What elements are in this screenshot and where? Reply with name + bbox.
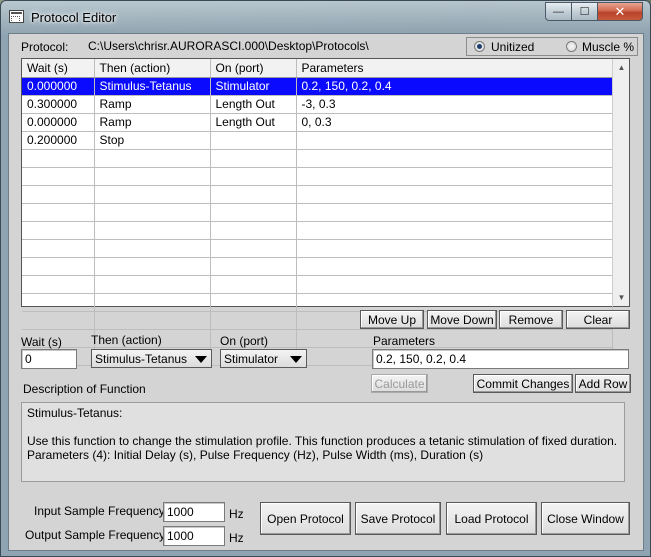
- input-frequency-field[interactable]: 1000: [163, 502, 225, 522]
- parameters-input[interactable]: 0.2, 150, 0.2, 0.4: [372, 349, 629, 369]
- empty-row[interactable]: [22, 203, 613, 222]
- open-protocol-button[interactable]: Open Protocol: [260, 502, 351, 535]
- mode-radio-group: Unitized Muscle %: [466, 37, 638, 56]
- description-box: Stimulus-Tetanus: Use this function to c…: [21, 402, 625, 482]
- empty-row[interactable]: [22, 167, 613, 186]
- radio-muscle-percent[interactable]: [566, 41, 577, 52]
- column-header-action[interactable]: Then (action): [94, 59, 211, 78]
- cell-port: [210, 131, 297, 150]
- output-frequency-unit: Hz: [229, 531, 244, 545]
- action-dropdown[interactable]: Stimulus-Tetanus: [91, 349, 212, 368]
- move-up-button[interactable]: Move Up: [360, 310, 424, 329]
- description-title: Stimulus-Tetanus:: [27, 406, 123, 420]
- cell-action: Stop: [94, 131, 211, 150]
- table-header-row: Wait (s) Then (action) On (port) Paramet…: [22, 59, 613, 78]
- protocol-path: C:\Users\chrisr.AURORASCI.000\Desktop\Pr…: [88, 39, 369, 53]
- cell-action: Stimulus-Tetanus: [94, 77, 211, 96]
- table-row[interactable]: 0.300000 Ramp Length Out -3, 0.3: [22, 95, 613, 114]
- empty-row[interactable]: [22, 149, 613, 168]
- empty-row[interactable]: [22, 257, 613, 276]
- close-window-footer-button[interactable]: Close Window: [541, 502, 630, 535]
- window-title: Protocol Editor: [31, 10, 117, 25]
- output-frequency-label: Output Sample Frequency: [25, 528, 166, 542]
- scroll-up-arrow-icon[interactable]: ▲: [613, 59, 630, 76]
- load-protocol-button[interactable]: Load Protocol: [446, 502, 537, 535]
- empty-row[interactable]: [22, 239, 613, 258]
- column-header-port[interactable]: On (port): [210, 59, 297, 78]
- remove-button[interactable]: Remove: [499, 310, 563, 329]
- column-header-wait[interactable]: Wait (s): [22, 59, 95, 78]
- cell-wait: 0.300000: [22, 95, 95, 114]
- column-header-parameters[interactable]: Parameters: [296, 59, 613, 78]
- description-label: Description of Function: [23, 382, 146, 396]
- empty-row[interactable]: [22, 275, 613, 294]
- empty-row[interactable]: [22, 185, 613, 204]
- cell-port: Stimulator: [210, 77, 297, 96]
- add-row-button[interactable]: Add Row: [575, 374, 631, 393]
- description-parameters: Parameters (4): Initial Delay (s), Pulse…: [27, 448, 484, 462]
- cell-action: Ramp: [94, 113, 211, 132]
- cell-wait: 0.000000: [22, 77, 95, 96]
- cell-port: Length Out: [210, 113, 297, 132]
- minimize-button[interactable]: —: [545, 2, 572, 21]
- action-label: Then (action): [91, 333, 162, 347]
- empty-row[interactable]: [22, 293, 613, 312]
- commit-changes-button[interactable]: Commit Changes: [473, 374, 573, 393]
- protocol-table[interactable]: Wait (s) Then (action) On (port) Paramet…: [21, 58, 630, 366]
- table-row[interactable]: 0.200000 Stop: [22, 131, 613, 150]
- output-frequency-field[interactable]: 1000: [163, 526, 225, 546]
- window-controls: — ☐ ✕: [545, 2, 643, 21]
- wait-label: Wait (s): [21, 335, 62, 349]
- calculate-button[interactable]: Calculate: [371, 374, 428, 393]
- cell-parameters: 0.2, 150, 0.2, 0.4: [296, 77, 613, 96]
- parameters-label: Parameters: [373, 334, 436, 348]
- cell-action: Ramp: [94, 95, 211, 114]
- editor-panel: Protocol: C:\Users\chrisr.AURORASCI.000\…: [8, 33, 644, 551]
- radio-muscle-percent-label[interactable]: Muscle %: [582, 40, 634, 54]
- action-dropdown-value: Stimulus-Tetanus: [95, 352, 188, 366]
- description-body: Use this function to change the stimulat…: [27, 434, 618, 448]
- port-dropdown[interactable]: Stimulator: [220, 349, 307, 368]
- cell-parameters: -3, 0.3: [296, 95, 613, 114]
- maximize-button[interactable]: ☐: [572, 2, 598, 21]
- table-row[interactable]: 0.000000 Stimulus-Tetanus Stimulator 0.2…: [22, 77, 613, 96]
- radio-unitized[interactable]: [474, 41, 485, 52]
- cell-parameters: 0, 0.3: [296, 113, 613, 132]
- dropdown-arrow-icon: [290, 356, 302, 363]
- clear-button[interactable]: Clear: [566, 310, 630, 329]
- save-protocol-button[interactable]: Save Protocol: [355, 502, 441, 535]
- table-row[interactable]: 0.000000 Ramp Length Out 0, 0.3: [22, 113, 613, 132]
- port-dropdown-value: Stimulator: [224, 352, 279, 366]
- cell-wait: 0.200000: [22, 131, 95, 150]
- cell-wait: 0.000000: [22, 113, 95, 132]
- wait-input[interactable]: 0: [21, 349, 77, 369]
- title-bar[interactable]: Protocol Editor — ☐ ✕: [1, 1, 650, 33]
- radio-unitized-label[interactable]: Unitized: [491, 40, 534, 54]
- dropdown-arrow-icon: [195, 356, 207, 363]
- scroll-down-arrow-icon[interactable]: ▼: [613, 289, 630, 306]
- input-frequency-label: Input Sample Frequency: [34, 504, 165, 518]
- cell-parameters: [296, 131, 613, 150]
- input-frequency-unit: Hz: [229, 507, 244, 521]
- port-label: On (port): [220, 334, 269, 348]
- cell-port: Length Out: [210, 95, 297, 114]
- table-scrollbar[interactable]: ▲ ▼: [612, 59, 629, 306]
- empty-row[interactable]: [22, 221, 613, 240]
- protocol-editor-window: Protocol Editor — ☐ ✕ Protocol: C:\Users…: [0, 0, 651, 557]
- protocol-label: Protocol:: [21, 40, 69, 54]
- move-down-button[interactable]: Move Down: [427, 310, 497, 329]
- close-window-button[interactable]: ✕: [598, 2, 643, 21]
- app-icon: [9, 10, 24, 23]
